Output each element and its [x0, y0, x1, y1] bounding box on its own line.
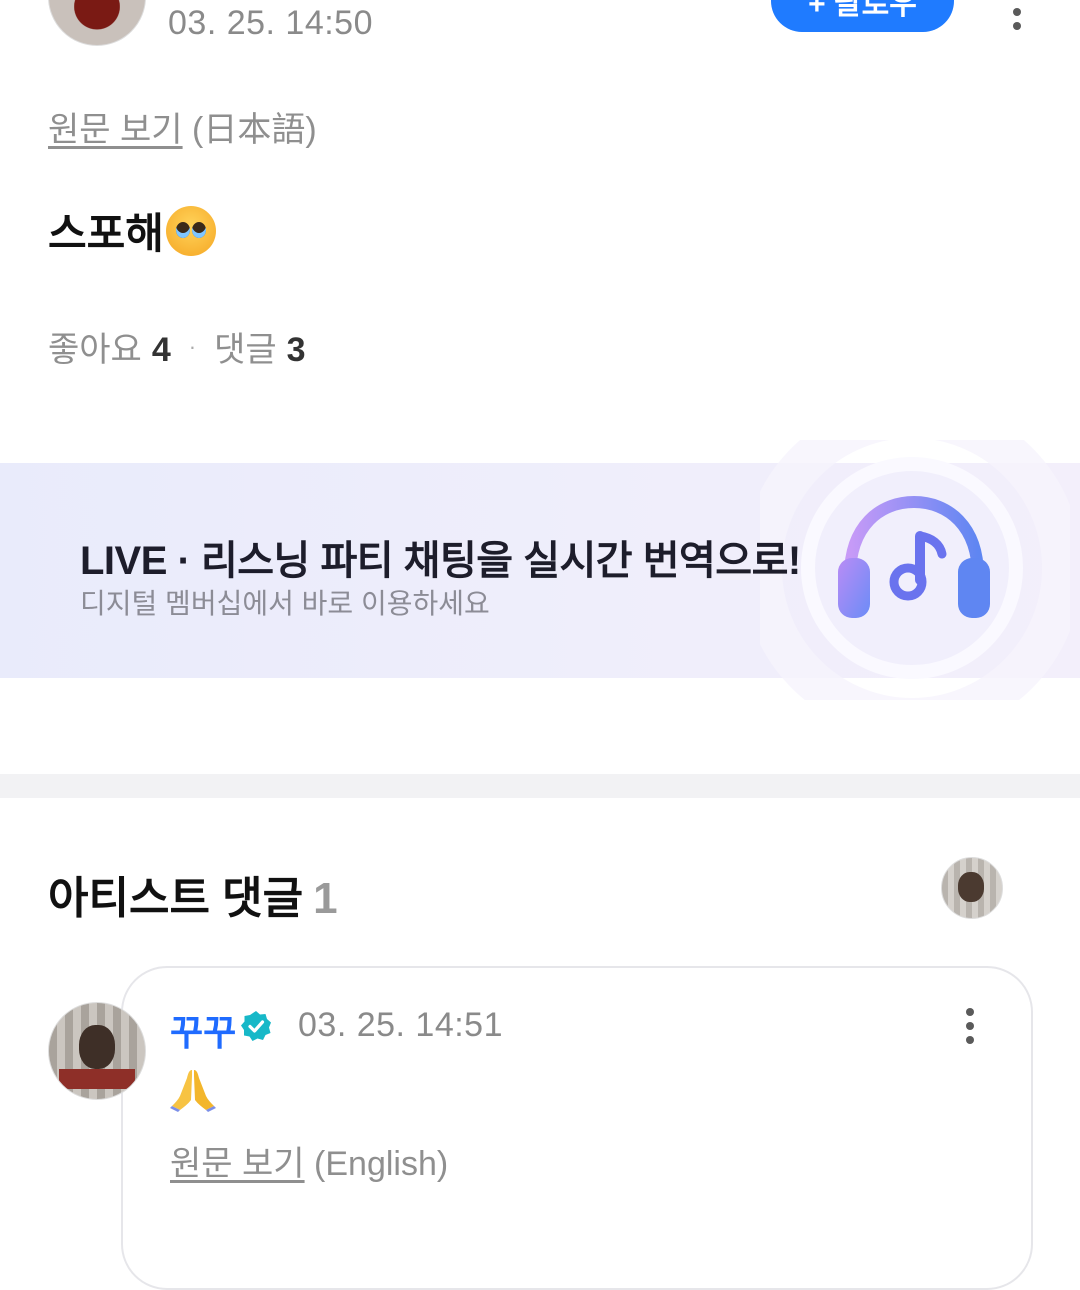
post-timestamp: 03. 25. 14:50 [168, 4, 374, 42]
comments-stat[interactable]: 댓글 3 [214, 322, 305, 371]
likes-label: 좋아요 [48, 331, 142, 369]
artist-comments-title: 아티스트 댓글 [48, 874, 304, 923]
comment-more-options-icon[interactable] [955, 1006, 985, 1046]
comment-author-avatar[interactable] [48, 1002, 146, 1100]
comment-timestamp: 03. 25. 14:51 [298, 1006, 504, 1044]
comments-label: 댓글 [214, 331, 277, 369]
post-body: 스포해 [48, 200, 216, 261]
comment-author-name[interactable]: 꾸꾸 [170, 1004, 236, 1056]
headphones-music-icon [838, 496, 990, 618]
post-text: 스포해 [48, 210, 164, 257]
banner-title: LIVE · 리스닝 파티 채팅을 실시간 번역으로! [80, 539, 801, 583]
post-more-options-icon[interactable] [1002, 0, 1032, 30]
likes-stat[interactable]: 좋아요 4 [48, 322, 171, 371]
comment-view-original-language: (English) [314, 1145, 449, 1183]
stats-separator: · [188, 333, 197, 359]
view-original-language: (日本語) [192, 111, 317, 149]
comment-view-original-link[interactable]: 원문 보기 [170, 1145, 305, 1183]
banner-subtitle: 디지털 멤버십에서 바로 이용하세요 [80, 588, 490, 619]
view-original-link[interactable]: 원문 보기 [48, 111, 183, 149]
follow-button-label: + 팔로우 [808, 0, 917, 21]
post-author-avatar[interactable] [48, 0, 146, 46]
folded-hands-emoji-icon [170, 1070, 216, 1112]
comment-view-original[interactable]: 원문 보기 (English) [170, 1136, 448, 1185]
section-divider [0, 774, 1080, 798]
verified-badge-icon [241, 1011, 271, 1041]
post-stats: 좋아요 4 · 댓글 3 [48, 322, 306, 371]
comments-count: 3 [286, 331, 306, 369]
artist-comments-heading: 아티스트 댓글 1 [48, 862, 338, 926]
view-original-post[interactable]: 원문 보기 (日本語) [48, 102, 317, 151]
artist-comments-count: 1 [313, 874, 338, 923]
artist-avatar[interactable] [941, 857, 1003, 919]
follow-button[interactable]: + 팔로우 [771, 0, 954, 32]
likes-count: 4 [151, 331, 171, 369]
pleading-face-emoji-icon [165, 205, 216, 256]
